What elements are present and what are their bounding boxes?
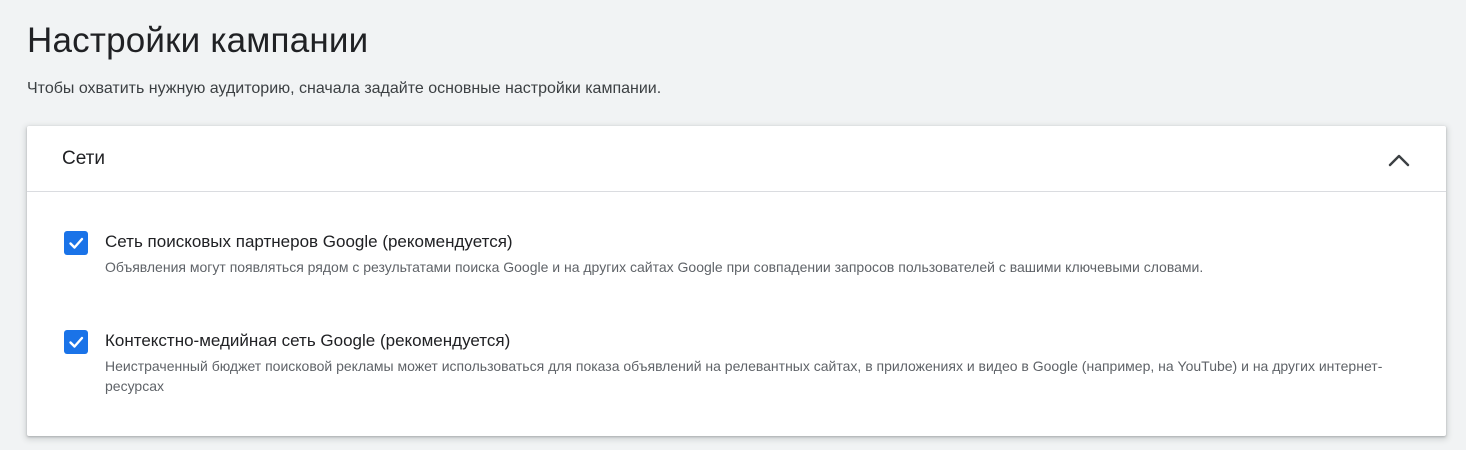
search-partners-text: Сеть поисковых партнеров Google (рекомен… (105, 231, 1395, 277)
page-subtitle: Чтобы охватить нужную аудиторию, сначала… (27, 80, 662, 97)
display-network-checkbox[interactable] (64, 330, 88, 354)
search-partners-label[interactable]: Сеть поисковых партнеров Google (рекомен… (105, 231, 1395, 253)
search-partners-checkbox[interactable] (64, 231, 88, 255)
search-partners-description: Объявления могут появляться рядом с резу… (105, 259, 1204, 275)
networks-card: Сети Сеть поисковых партнеров Google (ре… (27, 126, 1446, 436)
display-network-text: Контекстно-медийная сеть Google (рекомен… (105, 330, 1395, 396)
checkmark-icon (69, 237, 84, 249)
chevron-up-icon[interactable] (1386, 147, 1412, 173)
networks-card-title: Сети (62, 148, 105, 169)
display-network-label[interactable]: Контекстно-медийная сеть Google (рекомен… (105, 330, 1395, 352)
display-network-description: Неистраченный бюджет поисковой рекламы м… (105, 358, 1383, 394)
page-title: Настройки кампании (27, 21, 369, 60)
networks-card-header[interactable]: Сети (27, 126, 1446, 192)
checkmark-icon (69, 336, 84, 348)
